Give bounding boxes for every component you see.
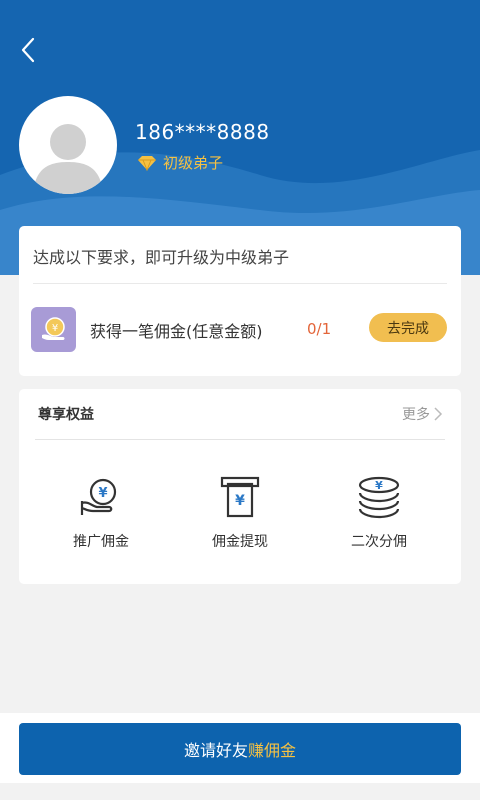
invite-friends-button[interactable]: 邀请好友 赚佣金 [19, 723, 461, 775]
svg-text:¥: ¥ [51, 323, 57, 334]
invite-highlight: 赚佣金 [248, 741, 297, 760]
svg-text:¥: ¥ [98, 486, 107, 501]
go-complete-button[interactable]: 去完成 [369, 313, 447, 342]
more-label: 更多 [402, 407, 430, 423]
user-placeholder-icon [33, 124, 103, 194]
benefit-label: 推广佣金 [73, 534, 129, 550]
upgrade-requirement-card: 达成以下要求，即可升级为中级弟子 ¥ 获得一笔佣金(任意金额) 0/1 去完成 [19, 226, 461, 376]
benefits-title: 尊享权益 [38, 407, 94, 423]
level-label: 初级弟子 [163, 154, 224, 172]
avatar[interactable] [19, 96, 117, 194]
benefit-commission-withdraw[interactable]: ¥ 佣金提现 [180, 475, 300, 551]
level-badge: 初级弟子 [137, 152, 223, 173]
chevron-left-icon [21, 37, 35, 63]
task-icon-box: ¥ [31, 307, 76, 352]
more-link[interactable]: 更多 [402, 404, 443, 424]
bottom-bar: 邀请好友 赚佣金 [0, 713, 480, 783]
benefits-card: 尊享权益 更多 ¥ 推广佣金 ¥ 佣金提现 ¥ 二次分佣 [19, 389, 461, 584]
benefit-label: 佣金提现 [212, 534, 268, 550]
benefit-secondary-commission[interactable]: ¥ 二次分佣 [319, 475, 439, 551]
svg-text:¥: ¥ [235, 493, 245, 509]
coin-hand-icon: ¥ [41, 316, 65, 340]
back-button[interactable] [14, 34, 42, 66]
invite-label: 邀请好友 [183, 741, 248, 760]
chevron-right-icon [434, 407, 443, 421]
divider [33, 283, 447, 284]
coin-stack-icon: ¥ [358, 476, 400, 519]
task-progress: 0/1 [307, 320, 332, 338]
benefit-promotion-commission[interactable]: ¥ 推广佣金 [41, 475, 161, 551]
user-phone: 186****8888 [135, 120, 270, 144]
divider [35, 439, 445, 440]
withdraw-icon: ¥ [220, 476, 260, 518]
diamond-icon [138, 155, 156, 171]
requirement-text: 达成以下要求，即可升级为中级弟子 [33, 248, 290, 267]
svg-text:¥: ¥ [375, 479, 383, 492]
task-label: 获得一笔佣金(任意金额) [90, 322, 263, 341]
benefit-label: 二次分佣 [351, 534, 407, 550]
hand-coin-icon: ¥ [80, 478, 117, 515]
